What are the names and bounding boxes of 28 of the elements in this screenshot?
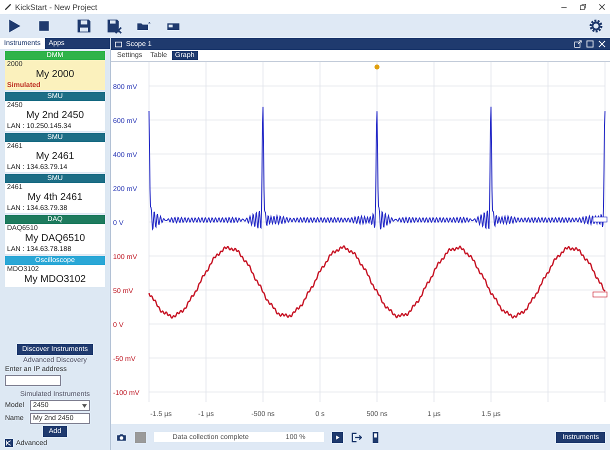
camera-icon[interactable]: [116, 432, 127, 442]
instrument-name: My 2nd 2450: [25, 109, 85, 123]
app-logo-icon: [4, 3, 12, 11]
instrument-name: My 2461: [34, 150, 76, 164]
play-icon[interactable]: [332, 432, 343, 442]
close-icon[interactable]: [598, 3, 606, 11]
scope-icon: [115, 40, 122, 48]
instrument-name: My 2000: [34, 68, 76, 82]
instrument-name: My MDO3102: [23, 273, 87, 287]
app-badge-icon: [5, 439, 13, 447]
stop-icon[interactable]: [36, 18, 52, 34]
restore-icon[interactable]: [579, 3, 587, 11]
maximize-icon[interactable]: [586, 40, 594, 48]
ip-address-field[interactable]: [5, 375, 61, 386]
trace-marker[interactable]: [592, 216, 608, 222]
play-icon[interactable]: [6, 18, 22, 34]
popout-icon[interactable]: [574, 40, 582, 48]
meter-icon[interactable]: [370, 432, 381, 442]
trace-marker[interactable]: [592, 292, 608, 298]
window-title: KickStart - New Project: [15, 2, 98, 12]
save-as-icon[interactable]: [106, 18, 122, 34]
instrument-name: My DAQ6510: [24, 232, 86, 246]
exit-icon[interactable]: [351, 432, 362, 442]
dropdown-caret-icon: [82, 404, 87, 408]
save-icon[interactable]: [76, 18, 92, 34]
instrument-name: My 4th 2461: [26, 191, 84, 205]
settings-icon[interactable]: [588, 18, 604, 34]
trigger-marker[interactable]: [374, 64, 380, 70]
